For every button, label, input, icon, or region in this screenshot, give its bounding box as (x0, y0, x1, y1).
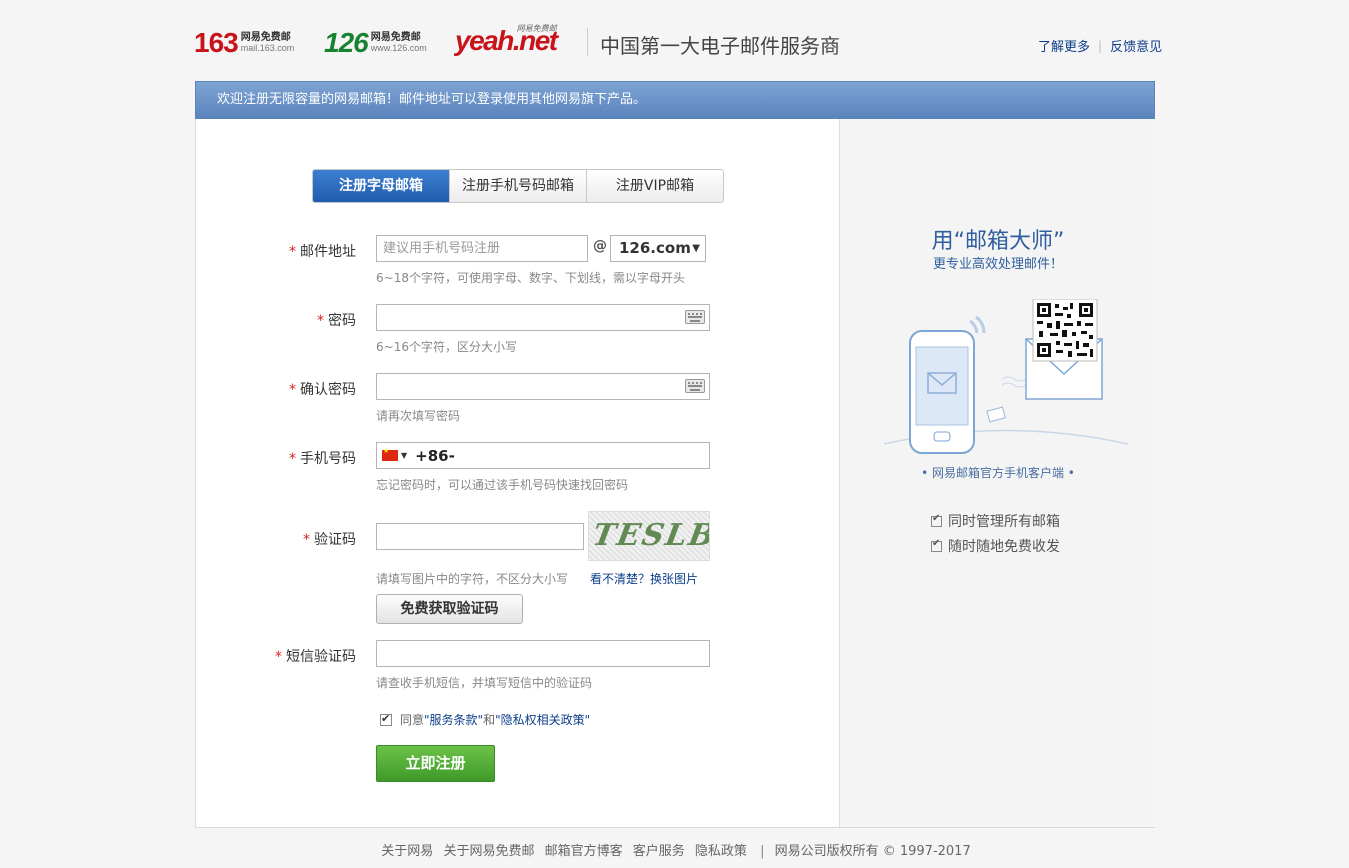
footer: 关于网易 关于网易免费邮 邮箱官方博客 客户服务 隐私政策 | 网易公司版权所有… (0, 840, 1349, 859)
required-mark: * (303, 532, 310, 548)
phone-prefix: +86- (415, 446, 455, 465)
footer-copyright: 网易公司版权所有 © 1997-2017 (774, 844, 971, 859)
phone-label: * 手机号码 (196, 448, 356, 468)
footer-link-about-free-mail[interactable]: 关于网易免费邮 (443, 844, 534, 859)
china-flag-icon[interactable] (382, 447, 398, 461)
logo-163-cn: 网易免费邮 (240, 32, 291, 43)
tab-vip-email[interactable]: 注册VIP邮箱 (586, 170, 723, 202)
footer-link-customer-service[interactable]: 客户服务 (633, 844, 685, 859)
logo-yeah-tag: 网易免费邮 (516, 24, 557, 33)
promo-title: 用“邮箱大师” (931, 229, 1065, 254)
terms-link[interactable]: "服务条款" (424, 711, 483, 728)
privacy-link[interactable]: "隐私权相关政策" (495, 711, 590, 728)
required-mark: * (317, 313, 324, 329)
logo-yeah[interactable]: yeah.net 网易免费邮 (455, 24, 558, 56)
logo-126[interactable]: 126 网易免费邮 www.126.com (324, 28, 427, 58)
client-label: • 网易邮箱官方手机客户端 • (921, 466, 1075, 480)
feature-item: 同时管理所有邮箱 (931, 511, 1060, 531)
logo-163-url: mail.163.com (240, 43, 295, 53)
promo-subtitle: 更专业高效处理邮件！ (932, 257, 1063, 272)
required-mark: * (289, 451, 296, 467)
feedback-link[interactable]: 反馈意见 (1110, 36, 1162, 55)
agree-checkbox[interactable] (380, 712, 392, 726)
logo-163-number: 163 (194, 27, 239, 58)
phone-illustration (884, 299, 1128, 454)
agree-and: 和 (483, 713, 496, 727)
footer-separator: | (760, 844, 765, 859)
password-label-text: 密码 (328, 313, 356, 329)
feature-text: 随时随地免费收发 (948, 539, 1060, 555)
password-label: * 密码 (196, 310, 356, 330)
captcha-label-text: 验证码 (314, 532, 356, 548)
header-links: 了解更多 | 反馈意见 (1038, 36, 1162, 56)
welcome-banner: 欢迎注册无限容量的网易邮箱！邮件地址可以登录使用其他网易旗下产品。 (195, 81, 1155, 119)
header-divider (587, 28, 588, 56)
phone-input[interactable]: ▼ +86- (376, 442, 710, 469)
logo-163[interactable]: 163 网易免费邮 mail.163.com (194, 28, 294, 58)
tab-letter-email[interactable]: 注册字母邮箱 (313, 170, 449, 202)
email-input[interactable] (376, 235, 588, 262)
feature-item: 随时随地免费收发 (931, 536, 1060, 556)
captcha-image-text: TESLB (589, 518, 710, 553)
get-sms-code-button[interactable]: 免费获取验证码 (376, 594, 523, 624)
confirm-password-input[interactable] (376, 373, 710, 400)
sms-code-input[interactable] (376, 640, 710, 667)
domain-select[interactable]: 126.com ▼ (610, 235, 706, 262)
required-mark: * (275, 649, 282, 665)
header: 163 网易免费邮 mail.163.com 126 网易免费邮 www.126… (0, 0, 1349, 80)
required-mark: * (289, 382, 296, 398)
password-hint: 6~16个字符，区分大小写 (376, 340, 517, 354)
keyboard-icon[interactable] (685, 310, 705, 324)
email-label: * 邮件地址 (196, 241, 356, 261)
email-hint: 6~18个字符，可使用字母、数字、下划线，需以字母开头 (376, 271, 685, 285)
password-input[interactable] (376, 304, 710, 331)
refresh-captcha-link[interactable]: 看不清楚？换张图片 (590, 570, 698, 587)
tab-phone-email[interactable]: 注册手机号码邮箱 (449, 170, 586, 202)
email-label-text: 邮件地址 (300, 244, 356, 260)
chevron-down-icon[interactable]: ▼ (401, 451, 407, 460)
feature-text: 同时管理所有邮箱 (948, 514, 1060, 530)
required-mark: * (289, 244, 296, 260)
at-sign: @ (593, 238, 607, 254)
phone-label-text: 手机号码 (300, 451, 356, 467)
sms-code-hint: 请查收手机短信，并填写短信中的验证码 (376, 676, 593, 690)
checkbox-icon (931, 513, 942, 527)
confirm-password-label-text: 确认密码 (300, 382, 356, 398)
confirm-password-hint: 请再次填写密码 (376, 409, 461, 423)
promo-panel: 用“邮箱大师” 更专业高效处理邮件！ • 网易邮箱官方手机客户端 • ✔ 同时管… (839, 119, 1155, 827)
footer-link-privacy[interactable]: 隐私政策 (695, 844, 747, 859)
header-link-separator: | (1098, 38, 1103, 53)
captcha-hint: 请填写图片中的字符，不区分大小写 (376, 572, 569, 586)
keyboard-icon[interactable] (685, 379, 705, 393)
agree-prefix: 同意 (400, 713, 425, 727)
confirm-password-label: * 确认密码 (196, 379, 356, 399)
learn-more-link[interactable]: 了解更多 (1038, 36, 1090, 55)
logo-126-number: 126 (324, 27, 369, 58)
slogan: 中国第一大电子邮件服务商 (600, 34, 840, 58)
checkbox-icon (931, 538, 942, 552)
domain-value: 126.com (619, 239, 691, 257)
phone-hint: 忘记密码时，可以通过该手机号码快速找回密码 (376, 478, 629, 492)
sms-code-label-text: 短信验证码 (286, 649, 356, 665)
register-tabs: 注册字母邮箱 注册手机号码邮箱 注册VIP邮箱 (312, 169, 724, 203)
footer-link-blog[interactable]: 邮箱官方博客 (545, 844, 623, 859)
captcha-input[interactable] (376, 523, 584, 550)
logo-126-cn: 网易免费邮 (370, 32, 421, 43)
logo-126-url: www.126.com (370, 43, 427, 53)
sms-code-label: * 短信验证码 (196, 646, 356, 666)
register-button[interactable]: 立即注册 (376, 745, 495, 782)
main-panel: 注册字母邮箱 注册手机号码邮箱 注册VIP邮箱 *邮件地址 @ 126.com … (195, 119, 1155, 828)
captcha-image[interactable]: TESLB (588, 511, 710, 561)
chevron-down-icon: ▼ (692, 243, 700, 254)
agree-row: 同意 "服务条款" 和 "隐私权相关政策" (380, 711, 590, 728)
footer-link-about-netease[interactable]: 关于网易 (381, 844, 433, 859)
captcha-label: * 验证码 (196, 529, 356, 549)
